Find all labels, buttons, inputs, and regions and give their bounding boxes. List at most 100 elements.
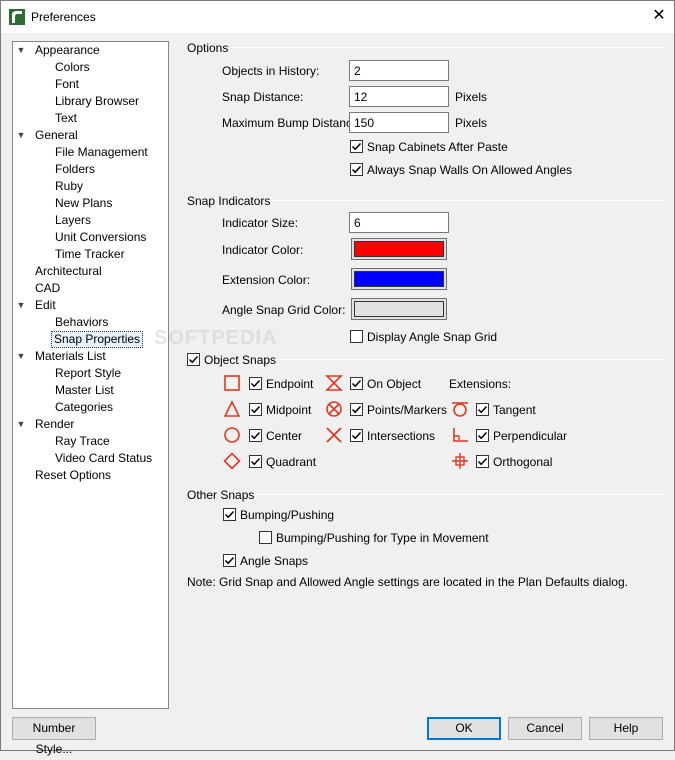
number-style-button[interactable]: Number Style... bbox=[12, 717, 96, 756]
indicator-color-button[interactable] bbox=[351, 238, 447, 260]
help-button[interactable]: Help bbox=[589, 717, 663, 740]
extensions-label: Extensions: bbox=[449, 377, 512, 391]
on-object-icon bbox=[325, 375, 343, 391]
tree-item-font[interactable]: Font bbox=[53, 76, 81, 93]
divider bbox=[267, 200, 665, 201]
checkmark-icon bbox=[188, 355, 199, 364]
tree-item-appearance[interactable]: Appearance bbox=[33, 42, 102, 59]
checkmark-icon bbox=[224, 556, 235, 565]
indicator-size-label: Indicator Size: bbox=[222, 216, 299, 230]
indicator-size-input[interactable] bbox=[349, 212, 449, 233]
checkmark-icon bbox=[250, 379, 261, 388]
tangent-label: Tangent bbox=[493, 403, 536, 417]
always-snap-walls-checkbox[interactable] bbox=[350, 163, 363, 176]
checkmark-icon bbox=[351, 142, 362, 151]
tree-item-edit[interactable]: Edit bbox=[33, 297, 58, 314]
orthogonal-icon bbox=[452, 453, 468, 469]
checkmark-icon bbox=[351, 379, 362, 388]
midpoint-checkbox[interactable] bbox=[249, 403, 262, 416]
endpoint-icon bbox=[224, 375, 240, 391]
object-snaps-section-title: Object Snaps bbox=[204, 353, 277, 367]
endpoint-label: Endpoint bbox=[266, 377, 314, 391]
plan-defaults-note: Note: Grid Snap and Allowed Angle settin… bbox=[187, 575, 628, 589]
angle-snaps-checkbox[interactable] bbox=[223, 554, 236, 567]
checkmark-icon bbox=[477, 405, 488, 414]
angle-snaps-label: Angle Snaps bbox=[240, 554, 309, 568]
tree-item-new-plans[interactable]: New Plans bbox=[53, 195, 114, 212]
tree-item-time-tracker[interactable]: Time Tracker bbox=[53, 246, 127, 263]
ok-button[interactable]: OK bbox=[427, 717, 501, 740]
snap-distance-input[interactable] bbox=[349, 86, 449, 107]
tree-item-general[interactable]: General bbox=[33, 127, 80, 144]
collapse-icon[interactable]: ▼ bbox=[16, 348, 26, 365]
on-object-checkbox[interactable] bbox=[350, 377, 363, 390]
intersections-checkbox[interactable] bbox=[350, 429, 363, 442]
tree-item-behaviors[interactable]: Behaviors bbox=[53, 314, 110, 331]
options-section-title: Options bbox=[187, 41, 229, 55]
endpoint-checkbox[interactable] bbox=[249, 377, 262, 390]
midpoint-icon bbox=[223, 400, 241, 417]
perpendicular-label: Perpendicular bbox=[493, 429, 568, 443]
object-snaps-checkbox[interactable] bbox=[187, 353, 200, 366]
collapse-icon[interactable]: ▼ bbox=[16, 127, 26, 144]
tree-item-library-browser[interactable]: Library Browser bbox=[53, 93, 141, 110]
perpendicular-icon bbox=[453, 428, 468, 442]
bumping-type-checkbox[interactable] bbox=[259, 531, 272, 544]
bumping-pushing-label: Bumping/Pushing bbox=[240, 508, 335, 522]
always-snap-walls-label: Always Snap Walls On Allowed Angles bbox=[367, 163, 572, 177]
tree-item-folders[interactable]: Folders bbox=[53, 161, 97, 178]
objects-history-input[interactable] bbox=[349, 60, 449, 81]
collapse-icon[interactable]: ▼ bbox=[16, 42, 26, 59]
collapse-icon[interactable]: ▼ bbox=[16, 416, 26, 433]
max-bump-input[interactable] bbox=[349, 112, 449, 133]
snap-cabinets-checkbox[interactable] bbox=[350, 140, 363, 153]
bumping-pushing-checkbox[interactable] bbox=[223, 508, 236, 521]
display-angle-grid-checkbox[interactable] bbox=[350, 330, 363, 343]
title-bar: Preferences ✕ bbox=[1, 1, 674, 33]
tree-item-text[interactable]: Text bbox=[53, 110, 79, 127]
bumping-type-label: Bumping/Pushing for Type in Movement bbox=[276, 531, 489, 545]
collapse-icon[interactable]: ▼ bbox=[16, 297, 26, 314]
tree-item-video-card-status[interactable]: Video Card Status bbox=[53, 450, 154, 467]
tree-item-master-list[interactable]: Master List bbox=[53, 382, 116, 399]
checkmark-icon bbox=[477, 457, 488, 466]
tree-item-ruby[interactable]: Ruby bbox=[53, 178, 85, 195]
tree-item-materials-list[interactable]: Materials List bbox=[33, 348, 108, 365]
extension-color-button[interactable] bbox=[351, 268, 447, 290]
tree-item-unit-conversions[interactable]: Unit Conversions bbox=[53, 229, 148, 246]
tree-item-report-style[interactable]: Report Style bbox=[53, 365, 123, 382]
other-snaps-section-title: Other Snaps bbox=[187, 488, 255, 502]
tree-item-layers[interactable]: Layers bbox=[53, 212, 93, 229]
cancel-button[interactable]: Cancel bbox=[508, 717, 582, 740]
orthogonal-checkbox[interactable] bbox=[476, 455, 489, 468]
quadrant-checkbox[interactable] bbox=[249, 455, 262, 468]
max-bump-unit: Pixels bbox=[455, 116, 488, 130]
angle-grid-color-button[interactable] bbox=[351, 298, 447, 320]
perpendicular-checkbox[interactable] bbox=[476, 429, 489, 442]
points-markers-checkbox[interactable] bbox=[350, 403, 363, 416]
tree-item-categories[interactable]: Categories bbox=[53, 399, 115, 416]
tree-item-architectural[interactable]: Architectural bbox=[33, 263, 104, 280]
watermark: SOFTPEDIA bbox=[154, 327, 278, 349]
extension-color-label: Extension Color: bbox=[222, 273, 311, 287]
display-angle-grid-label: Display Angle Snap Grid bbox=[367, 330, 498, 344]
points-markers-label: Points/Markers bbox=[367, 403, 448, 417]
center-checkbox[interactable] bbox=[249, 429, 262, 442]
tree-item-file-management[interactable]: File Management bbox=[53, 144, 150, 161]
tree-item-colors[interactable]: Colors bbox=[53, 59, 92, 76]
checkmark-icon bbox=[224, 510, 235, 519]
checkmark-icon bbox=[477, 431, 488, 440]
tangent-checkbox[interactable] bbox=[476, 403, 489, 416]
tree-item-ray-trace[interactable]: Ray Trace bbox=[53, 433, 112, 450]
category-tree[interactable]: ▼ Appearance Colors Font Library Browser… bbox=[12, 41, 169, 709]
tree-item-snap-properties[interactable]: Snap Properties bbox=[51, 331, 144, 348]
tree-item-reset-options[interactable]: Reset Options bbox=[33, 467, 113, 484]
tree-item-render[interactable]: Render bbox=[33, 416, 76, 433]
divider bbox=[252, 494, 665, 495]
snap-cabinets-label: Snap Cabinets After Paste bbox=[367, 140, 508, 154]
divider bbox=[275, 359, 665, 360]
close-icon[interactable]: ✕ bbox=[644, 1, 674, 31]
tree-item-cad[interactable]: CAD bbox=[33, 280, 62, 297]
angle-grid-color-label: Angle Snap Grid Color: bbox=[222, 303, 346, 317]
divider bbox=[231, 47, 665, 48]
